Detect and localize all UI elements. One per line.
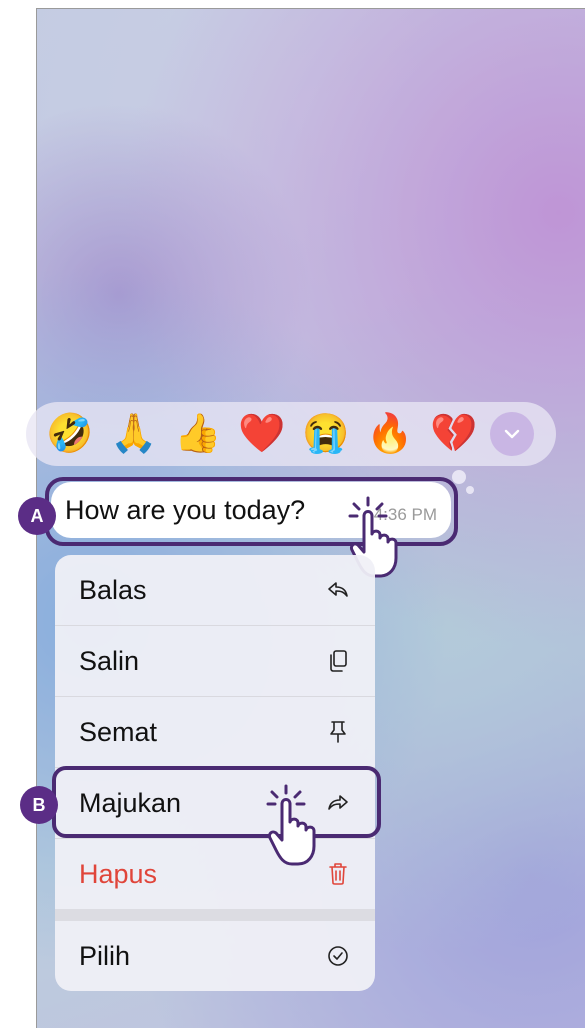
reaction-bar-tail: [452, 470, 466, 484]
reaction-thumbs-up[interactable]: 👍: [166, 402, 230, 466]
menu-group-separator: [55, 909, 375, 921]
menu-item-pilih[interactable]: Pilih: [55, 921, 375, 991]
reaction-fire[interactable]: 🔥: [358, 402, 422, 466]
reaction-folded-hands[interactable]: 🙏: [102, 402, 166, 466]
tap-hand-icon: [266, 784, 316, 866]
annotation-badge-b: B: [20, 786, 58, 824]
menu-item-semat[interactable]: Semat: [55, 697, 375, 767]
reaction-rolling-laughing[interactable]: 🤣: [38, 402, 102, 466]
menu-item-salin[interactable]: Salin: [55, 626, 375, 696]
pin-icon: [327, 721, 349, 743]
reaction-bar: 🤣 🙏 👍 ❤️ 😭 🔥 💔: [26, 402, 556, 466]
menu-item-hapus[interactable]: Hapus: [55, 839, 375, 909]
highlight-outline-b: [52, 766, 381, 838]
menu-item-balas[interactable]: Balas: [55, 555, 375, 625]
menu-item-label: Hapus: [79, 858, 158, 889]
reaction-red-heart[interactable]: ❤️: [230, 402, 294, 466]
menu-item-label: Semat: [79, 716, 158, 747]
menu-item-label: Salin: [79, 645, 140, 676]
reaction-crying-face[interactable]: 😭: [294, 402, 358, 466]
more-reactions-button[interactable]: [490, 412, 534, 456]
reply-icon: [327, 579, 349, 601]
annotation-badge-a: A: [18, 497, 56, 535]
chevron-down-icon: [504, 429, 520, 439]
menu-item-label: Pilih: [79, 940, 131, 971]
copy-icon: [327, 650, 349, 672]
reaction-bar-tail-small: [466, 486, 474, 494]
trash-icon: [327, 863, 349, 885]
menu-item-label: Balas: [79, 574, 147, 605]
reaction-broken-heart[interactable]: 💔: [422, 402, 486, 466]
check-circle-icon: [327, 945, 349, 967]
